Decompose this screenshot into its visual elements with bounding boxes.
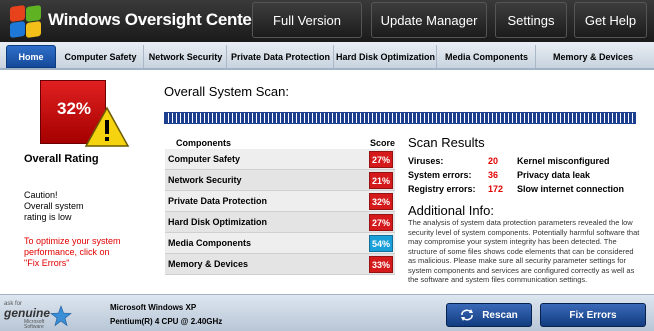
result-value: 20: [488, 156, 499, 166]
result-label: System errors:: [408, 170, 472, 180]
component-score: 21%: [369, 172, 393, 189]
cpu-info: Pentium(R) 4 CPU @ 2.40GHz: [110, 317, 223, 326]
component-name: Hard Disk Optimization: [168, 217, 268, 227]
component-row[interactable]: Media Components 54%: [165, 233, 395, 254]
component-name: Network Security: [168, 175, 242, 185]
component-name: Memory & Devices: [168, 259, 249, 269]
component-score: 27%: [369, 214, 393, 231]
scan-progress-bar: [164, 112, 636, 124]
tab-bar: Home Computer Safety Network Security Pr…: [0, 42, 654, 70]
app-header: Windows Oversight Center Full Version Up…: [0, 0, 654, 42]
os-info: Microsoft Windows XP: [110, 303, 197, 312]
tab-private-data-protection[interactable]: Private Data Protection: [228, 45, 334, 68]
additional-info-title: Additional Info:: [408, 203, 495, 218]
update-manager-button[interactable]: Update Manager: [371, 2, 487, 38]
tab-computer-safety[interactable]: Computer Safety: [58, 45, 144, 68]
fix-errors-button[interactable]: Fix Errors: [540, 303, 646, 327]
component-score: 33%: [369, 256, 393, 273]
overall-rating-label: Overall Rating: [24, 153, 99, 165]
component-row[interactable]: Private Data Protection 32%: [165, 191, 395, 212]
component-name: Computer Safety: [168, 154, 241, 164]
component-score: 27%: [369, 151, 393, 168]
component-row[interactable]: Computer Safety 27%: [165, 149, 395, 170]
component-row[interactable]: Hard Disk Optimization 27%: [165, 212, 395, 233]
rescan-label: Rescan: [482, 309, 518, 321]
genuine-star-icon: [50, 305, 72, 327]
component-row[interactable]: Memory & Devices 33%: [165, 254, 395, 275]
additional-info-text: The analysis of system data protection p…: [408, 218, 640, 284]
tab-network-security[interactable]: Network Security: [145, 45, 227, 68]
result-label: Viruses:: [408, 156, 444, 166]
rescan-button[interactable]: Rescan: [446, 303, 532, 327]
component-score: 32%: [369, 193, 393, 210]
rescan-icon: [461, 309, 474, 321]
app-title: Windows Oversight Center: [48, 10, 258, 29]
score-header: Score: [370, 138, 396, 148]
tab-home[interactable]: Home: [6, 45, 56, 68]
result-value: 172: [488, 184, 504, 194]
windows-logo-icon: [8, 4, 42, 39]
result-description: Privacy data leak: [517, 170, 591, 180]
result-description: Kernel misconfigured: [517, 156, 610, 166]
component-name: Media Components: [168, 238, 252, 248]
tab-hard-disk-optimization[interactable]: Hard Disk Optimization: [335, 45, 437, 68]
tab-media-components[interactable]: Media Components: [438, 45, 536, 68]
result-description: Slow internet connection: [517, 184, 625, 194]
component-name: Private Data Protection: [168, 196, 268, 206]
tab-memory-devices[interactable]: Memory & Devices: [537, 45, 649, 68]
caution-text: Caution! Overall system rating is low: [24, 190, 84, 222]
components-header: Components: [176, 138, 231, 148]
genuine-word: genuine: [4, 306, 51, 320]
result-value: 36: [488, 170, 499, 180]
get-help-button[interactable]: Get Help: [574, 2, 647, 38]
full-version-button[interactable]: Full Version: [252, 2, 362, 38]
genuine-badge: ask for genuine Microsoft Software: [4, 301, 74, 330]
scan-results-title: Scan Results: [408, 135, 485, 150]
settings-button[interactable]: Settings: [495, 2, 567, 38]
genuine-ms-text: Microsoft Software: [24, 319, 45, 330]
result-label: Registry errors:: [408, 184, 476, 194]
scan-title: Overall System Scan:: [164, 84, 289, 99]
component-score: 54%: [369, 235, 393, 252]
warning-icon: [84, 106, 130, 147]
component-row[interactable]: Network Security 21%: [165, 170, 395, 191]
fix-hint-text: To optimize your system performance, cli…: [24, 236, 121, 268]
